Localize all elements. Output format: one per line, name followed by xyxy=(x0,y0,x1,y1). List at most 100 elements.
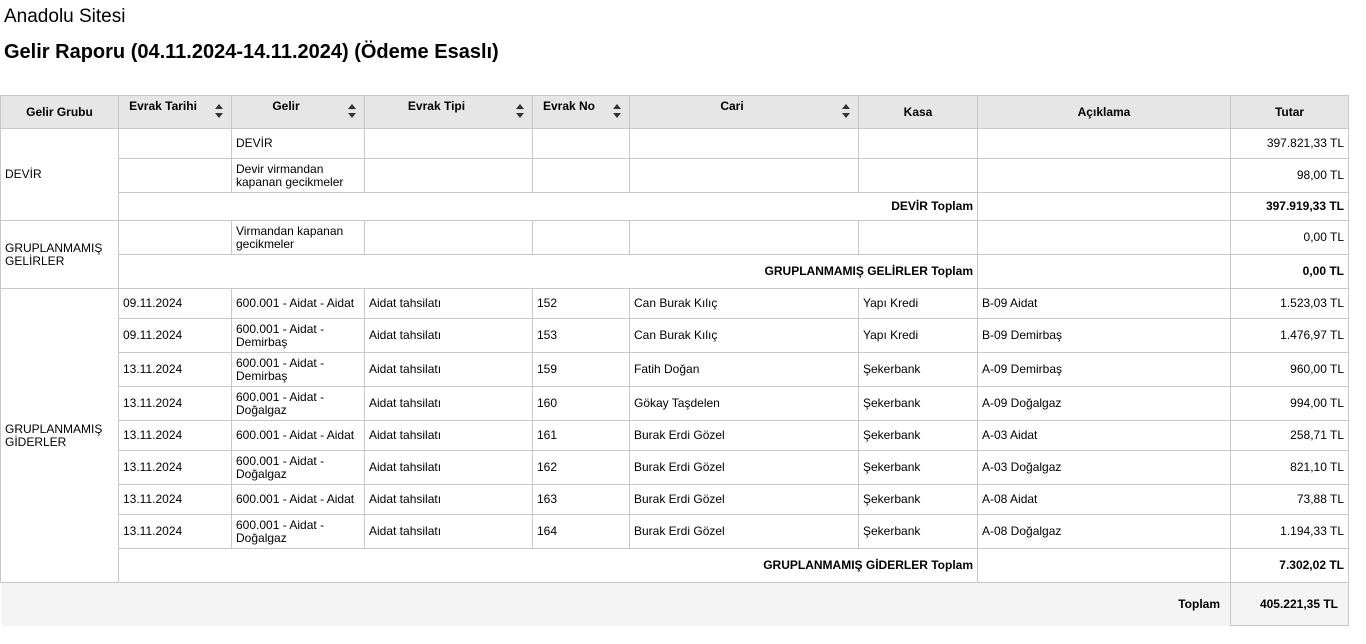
sort-icon[interactable] xyxy=(842,103,850,119)
table-row: 13.11.2024 600.001 - Aidat - Doğalgaz Ai… xyxy=(1,386,1349,421)
gelir-cell: 600.001 - Aidat - Demirbaş xyxy=(231,352,365,387)
gelir-cell: 600.001 - Aidat - Doğalgaz xyxy=(231,514,365,549)
header-row: Gelir Grubu Evrak Tarihi Gelir Evrak Tip… xyxy=(0,95,1349,129)
column-header-cari[interactable]: Cari xyxy=(629,95,859,129)
aciklama-cell: A-08 Doğalgaz xyxy=(977,514,1231,549)
group-name-giderler: GRUPLANMAMIŞ GİDERLER xyxy=(0,288,119,583)
evrak-tarihi-cell: 13.11.2024 xyxy=(118,386,232,421)
gelir-cell: 600.001 - Aidat - Doğalgaz xyxy=(231,386,365,421)
evrak-no-cell xyxy=(532,220,630,255)
evrak-tarihi-cell: 13.11.2024 xyxy=(118,450,232,485)
cari-cell: Burak Erdi Gözel xyxy=(629,484,859,515)
cari-cell: Can Burak Kılıç xyxy=(629,318,859,353)
tutar-cell: 98,00 TL xyxy=(1230,158,1349,193)
income-report-table: Gelir Grubu Evrak Tarihi Gelir Evrak Tip… xyxy=(0,95,1349,626)
evrak-no-cell: 159 xyxy=(532,352,630,387)
subtotal-amount: 7.302,02 TL xyxy=(1230,548,1349,583)
evrak-no-cell: 160 xyxy=(532,386,630,421)
cari-cell: Burak Erdi Gözel xyxy=(629,420,859,451)
evrak-tipi-cell: Aidat tahsilatı xyxy=(364,484,533,515)
column-header-kasa: Kasa xyxy=(858,95,978,129)
column-header-evrak-tarihi[interactable]: Evrak Tarihi xyxy=(118,95,232,129)
gelir-cell: Virmandan kapanan gecikmeler xyxy=(231,220,365,255)
column-header-aciklama: Açıklama xyxy=(977,95,1231,129)
gelir-cell: Devir virmandan kapanan gecikmeler xyxy=(231,158,365,193)
kasa-cell: Şekerbank xyxy=(858,386,978,421)
evrak-no-cell xyxy=(532,158,630,193)
sort-icon[interactable] xyxy=(613,103,621,119)
aciklama-cell xyxy=(977,128,1231,159)
evrak-tarihi-cell xyxy=(118,128,232,159)
aciklama-cell: A-09 Doğalgaz xyxy=(977,386,1231,421)
sort-icon[interactable] xyxy=(215,103,223,119)
kasa-cell: Şekerbank xyxy=(858,420,978,451)
report-title: Gelir Raporu (04.11.2024-14.11.2024) (Öd… xyxy=(4,41,499,63)
column-header-evrak-no[interactable]: Evrak No xyxy=(532,95,630,129)
tutar-cell: 258,71 TL xyxy=(1230,420,1349,451)
table-row: 13.11.2024 600.001 - Aidat - Doğalgaz Ai… xyxy=(1,450,1349,485)
aciklama-cell: B-09 Demirbaş xyxy=(977,318,1231,353)
subtotal-spacer xyxy=(977,254,1231,289)
sort-icon[interactable] xyxy=(348,103,356,119)
sort-icon[interactable] xyxy=(516,103,524,119)
tutar-cell: 994,00 TL xyxy=(1230,386,1349,421)
aciklama-cell: B-09 Aidat xyxy=(977,288,1231,319)
subtotal-label: DEVİR Toplam xyxy=(118,192,978,221)
column-header-evrak-tipi[interactable]: Evrak Tipi xyxy=(364,95,533,129)
aciklama-cell: A-09 Demirbaş xyxy=(977,352,1231,387)
tutar-cell: 1.194,33 TL xyxy=(1230,514,1349,549)
tutar-cell: 960,00 TL xyxy=(1230,352,1349,387)
cari-cell: Burak Erdi Gözel xyxy=(629,514,859,549)
evrak-tarihi-cell: 13.11.2024 xyxy=(118,484,232,515)
grand-total-amount: 405.221,35 TL xyxy=(1230,582,1349,626)
tutar-cell: 0,00 TL xyxy=(1230,220,1349,255)
subtotal-row: GRUPLANMAMIŞ GİDERLER Toplam 7.302,02 TL xyxy=(1,548,1349,583)
grand-total-label: Toplam xyxy=(0,582,1231,626)
kasa-cell: Şekerbank xyxy=(858,484,978,515)
evrak-tipi-cell: Aidat tahsilatı xyxy=(364,288,533,319)
gelir-cell: 600.001 - Aidat - Doğalgaz xyxy=(231,450,365,485)
table-row: 13.11.2024 600.001 - Aidat - Demirbaş Ai… xyxy=(1,352,1349,387)
tutar-cell: 821,10 TL xyxy=(1230,450,1349,485)
evrak-no-cell: 162 xyxy=(532,450,630,485)
cari-cell: Fatih Doğan xyxy=(629,352,859,387)
aciklama-cell: A-03 Aidat xyxy=(977,420,1231,451)
table-row: GRUPLANMAMIŞ GİDERLER 09.11.2024 600.001… xyxy=(0,288,1349,583)
cari-cell: Gökay Taşdelen xyxy=(629,386,859,421)
subtotal-amount: 397.919,33 TL xyxy=(1230,192,1349,221)
evrak-tarihi-cell xyxy=(118,158,232,193)
table-row: Devir virmandan kapanan gecikmeler 98,00… xyxy=(1,158,1349,193)
evrak-tipi-cell: Aidat tahsilatı xyxy=(364,318,533,353)
evrak-no-cell: 161 xyxy=(532,420,630,451)
evrak-tipi-cell xyxy=(364,158,533,193)
grand-total-row: Toplam 405.221,35 TL xyxy=(0,582,1349,626)
evrak-tipi-cell xyxy=(364,220,533,255)
subtotal-spacer xyxy=(977,548,1231,583)
evrak-tipi-cell: Aidat tahsilatı xyxy=(364,450,533,485)
gelir-cell: 600.001 - Aidat - Demirbaş xyxy=(231,318,365,353)
group-name-gelirler: GRUPLANMAMIŞ GELİRLER xyxy=(0,220,119,289)
aciklama-cell xyxy=(977,220,1231,255)
evrak-tarihi-cell: 13.11.2024 xyxy=(118,514,232,549)
evrak-tipi-cell xyxy=(364,128,533,159)
evrak-tarihi-cell: 13.11.2024 xyxy=(118,420,232,451)
column-header-tutar: Tutar xyxy=(1230,95,1349,129)
evrak-no-cell: 152 xyxy=(532,288,630,319)
kasa-cell xyxy=(858,220,978,255)
evrak-tipi-cell: Aidat tahsilatı xyxy=(364,514,533,549)
kasa-cell xyxy=(858,128,978,159)
aciklama-cell: A-08 Aidat xyxy=(977,484,1231,515)
cari-cell xyxy=(629,158,859,193)
cari-cell: Burak Erdi Gözel xyxy=(629,450,859,485)
evrak-tipi-cell: Aidat tahsilatı xyxy=(364,352,533,387)
evrak-tarihi-cell: 09.11.2024 xyxy=(118,288,232,319)
column-header-gelir-grubu: Gelir Grubu xyxy=(0,95,119,129)
tutar-cell: 397.821,33 TL xyxy=(1230,128,1349,159)
kasa-cell: Şekerbank xyxy=(858,352,978,387)
evrak-tarihi-cell: 09.11.2024 xyxy=(118,318,232,353)
kasa-cell xyxy=(858,158,978,193)
table-row: DEVİR DEVİR 397.821,33 TL xyxy=(0,128,1349,221)
column-header-gelir[interactable]: Gelir xyxy=(231,95,365,129)
evrak-no-cell: 153 xyxy=(532,318,630,353)
evrak-tipi-cell: Aidat tahsilatı xyxy=(364,386,533,421)
